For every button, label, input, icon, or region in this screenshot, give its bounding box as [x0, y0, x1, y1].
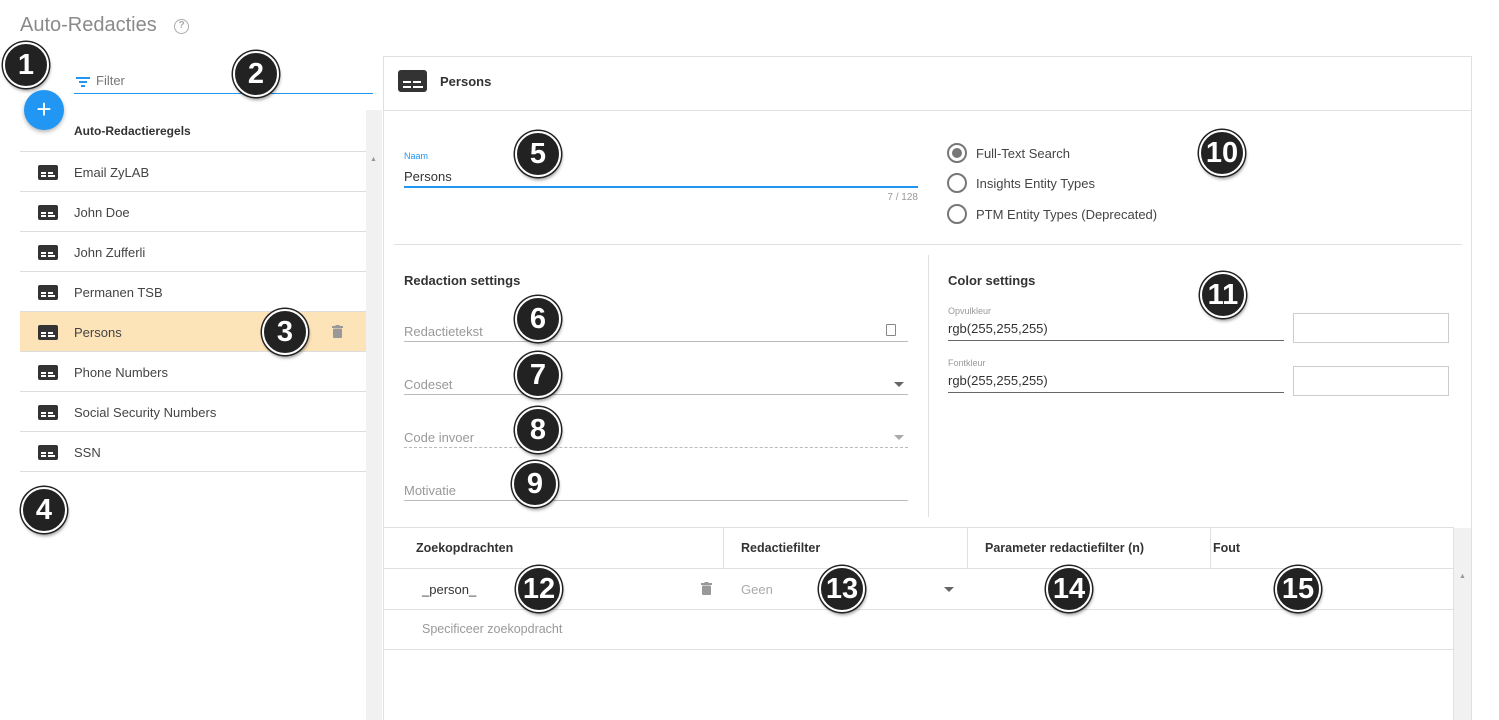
redactietekst-label: Redactietekst: [404, 324, 483, 339]
trash-icon[interactable]: [332, 325, 343, 338]
chevron-down-icon: [894, 382, 904, 387]
detail-title: Persons: [440, 74, 492, 89]
callout-badge: 1: [3, 42, 49, 88]
callout-badge: 9: [512, 461, 558, 507]
divider: [928, 255, 929, 517]
list-item[interactable]: Social Security Numbers: [20, 392, 366, 432]
table-scrollbar[interactable]: [1454, 528, 1471, 720]
callout-badge: 5: [515, 131, 561, 177]
callout-badge: 4: [21, 487, 67, 533]
callout-badge: 7: [515, 352, 561, 398]
code-invoer-select[interactable]: Code invoer: [404, 426, 908, 448]
list-item[interactable]: SSN: [20, 432, 366, 472]
redaction-filter-select[interactable]: Geen: [741, 582, 773, 597]
codeset-label: Codeset: [404, 377, 453, 392]
list-item-selected[interactable]: Persons: [20, 312, 366, 352]
list-item-label: John Doe: [74, 205, 130, 220]
chevron-down-icon: [894, 435, 904, 440]
list-item-label: John Zufferli: [74, 245, 146, 260]
subtitles-icon: [38, 285, 58, 300]
list-item[interactable]: John Doe: [20, 192, 366, 232]
motivatie-label: Motivatie: [404, 483, 457, 498]
radio-label: Full-Text Search: [976, 146, 1070, 161]
list-item-label: Email ZyLAB: [74, 165, 150, 180]
column-header: Zoekopdrachten: [416, 541, 514, 555]
fontkleur-label: Fontkleur: [948, 358, 986, 368]
subtitles-icon: [398, 70, 427, 92]
scroll-up-icon[interactable]: ▲: [1459, 573, 1466, 580]
fontkleur-input[interactable]: rgb(255,255,255): [948, 373, 1284, 393]
subtitles-icon: [38, 325, 58, 340]
codeset-select[interactable]: Codeset: [404, 373, 908, 395]
add-rule-button[interactable]: +: [24, 90, 64, 130]
code-invoer-label: Code invoer: [404, 430, 475, 445]
filter-input[interactable]: [96, 73, 366, 88]
query-cell[interactable]: _person_: [422, 582, 476, 597]
subtitles-icon: [38, 205, 58, 220]
sidebar-scrollbar[interactable]: [366, 110, 382, 720]
naam-input[interactable]: [404, 166, 918, 188]
list-item[interactable]: John Zufferli: [20, 232, 366, 272]
trash-icon[interactable]: [701, 582, 712, 595]
list-header: Auto-Redactieregels: [20, 110, 366, 152]
chevron-down-icon[interactable]: [944, 587, 954, 592]
naam-label: Naam: [404, 151, 429, 161]
list-item[interactable]: Phone Numbers: [20, 352, 366, 392]
callout-badge: 3: [262, 309, 308, 355]
column-header: Redactiefilter: [741, 541, 821, 555]
column-header: Parameter redactiefilter (n): [985, 541, 1145, 555]
row-divider: [384, 649, 1454, 650]
list-item-label: Persons: [74, 325, 122, 340]
callout-badge: 11: [1200, 272, 1246, 318]
scroll-up-icon[interactable]: ▲: [370, 156, 377, 163]
callout-badge: 10: [1199, 130, 1245, 176]
subtitles-icon: [38, 445, 58, 460]
radio-insights-entity-types[interactable]: [947, 173, 967, 193]
callout-badge: 12: [516, 566, 562, 612]
filter-icon: [76, 77, 90, 87]
column-divider: [1210, 528, 1211, 569]
radio-label: PTM Entity Types (Deprecated): [976, 207, 1158, 222]
char-counter: 7 / 128: [887, 192, 918, 203]
text-insert-icon[interactable]: [886, 324, 896, 336]
opvulkleur-label: Opvulkleur: [948, 306, 992, 316]
callout-badge: 15: [1275, 566, 1321, 612]
page-title: Auto-Redacties: [20, 14, 157, 36]
callout-badge: 6: [515, 296, 561, 342]
radio-full-text-search[interactable]: [947, 143, 967, 163]
redaction-settings-title: Redaction settings: [404, 273, 521, 288]
list-item[interactable]: Permanen TSB: [20, 272, 366, 312]
list-item-label: Permanen TSB: [74, 285, 163, 300]
color-settings-title: Color settings: [948, 273, 1036, 288]
callout-badge: 8: [515, 407, 561, 453]
detail-header: [383, 56, 1472, 111]
callout-badge: 14: [1046, 566, 1092, 612]
list-item[interactable]: Email ZyLAB: [20, 152, 366, 192]
subtitles-icon: [38, 245, 58, 260]
opvulkleur-input[interactable]: rgb(255,255,255): [948, 321, 1284, 341]
callout-badge: 13: [819, 566, 865, 612]
callout-badge: 2: [233, 51, 279, 97]
motivatie-field[interactable]: Motivatie: [404, 479, 908, 501]
fontkleur-swatch[interactable]: [1293, 366, 1449, 396]
radio-ptm-entity-types[interactable]: [947, 204, 967, 224]
column-divider: [723, 528, 724, 569]
column-divider: [967, 528, 968, 569]
list-item-label: Phone Numbers: [74, 365, 168, 380]
subtitles-icon: [38, 365, 58, 380]
redactietekst-field[interactable]: Redactietekst: [404, 320, 908, 342]
new-query-input[interactable]: Specificeer zoekopdracht: [422, 622, 562, 636]
list-item-label: Social Security Numbers: [74, 405, 217, 420]
table-border: [384, 527, 1454, 528]
subtitles-icon: [38, 405, 58, 420]
list-item-label: SSN: [74, 445, 101, 460]
radio-label: Insights Entity Types: [976, 176, 1095, 191]
help-icon[interactable]: ?: [174, 19, 189, 34]
filter-field: [74, 70, 373, 94]
subtitles-icon: [38, 165, 58, 180]
column-header: Fout: [1213, 541, 1241, 555]
divider: [394, 244, 1462, 245]
opvulkleur-swatch[interactable]: [1293, 313, 1449, 343]
